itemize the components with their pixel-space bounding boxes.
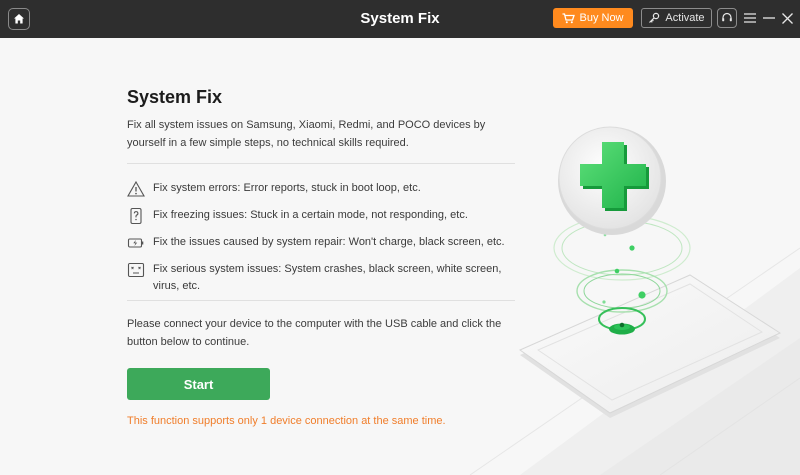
screen-crash-icon: [127, 262, 145, 278]
close-icon: [781, 12, 793, 24]
feature-item: Fix system errors: Error reports, stuck …: [127, 180, 522, 198]
buy-now-button[interactable]: Buy Now: [553, 8, 633, 28]
support-button[interactable]: [717, 8, 737, 28]
minimize-icon: [763, 17, 775, 19]
feature-text: Fix freezing issues: Stuck in a certain …: [153, 209, 468, 221]
page-title: System Fix: [127, 87, 223, 107]
minimize-button[interactable]: [762, 9, 776, 27]
menu-button[interactable]: [743, 9, 757, 27]
start-button[interactable]: Start: [127, 368, 270, 400]
connection-note: This function supports only 1 device con…: [127, 415, 446, 427]
feature-item: Fix the issues caused by system repair: …: [127, 234, 522, 252]
home-icon: [14, 14, 24, 24]
feature-item: Fix serious system issues: System crashe…: [127, 261, 522, 295]
activate-button[interactable]: Activate: [641, 8, 712, 28]
headset-icon: [722, 12, 732, 22]
key-icon: [649, 12, 660, 23]
buy-now-label: Buy Now: [579, 12, 624, 24]
divider-bottom: [127, 300, 515, 301]
background-illustration: [469, 126, 800, 475]
feature-item: Fix freezing issues: Stuck in a certain …: [127, 207, 522, 225]
divider-top: [127, 163, 515, 164]
title-bar: System Fix Buy Now Activate: [0, 0, 800, 38]
close-button[interactable]: [780, 9, 794, 27]
feature-text: Fix serious system issues: System crashe…: [153, 263, 502, 292]
warning-triangle-icon: [127, 180, 145, 197]
connect-instructions: Please connect your device to the comput…: [127, 318, 502, 348]
phone-question-icon: [130, 207, 142, 225]
home-button[interactable]: [8, 8, 30, 30]
menu-icon: [744, 13, 756, 23]
cart-icon: [562, 12, 576, 23]
battery-charge-icon: [127, 238, 144, 248]
main-panel: System Fix Fix all system issues on Sams…: [0, 38, 800, 475]
feature-text: Fix system errors: Error reports, stuck …: [153, 182, 421, 194]
page-description: Fix all system issues on Samsung, Xiaomi…: [127, 119, 486, 149]
feature-text: Fix the issues caused by system repair: …: [153, 236, 505, 248]
activate-label: Activate: [665, 12, 705, 24]
